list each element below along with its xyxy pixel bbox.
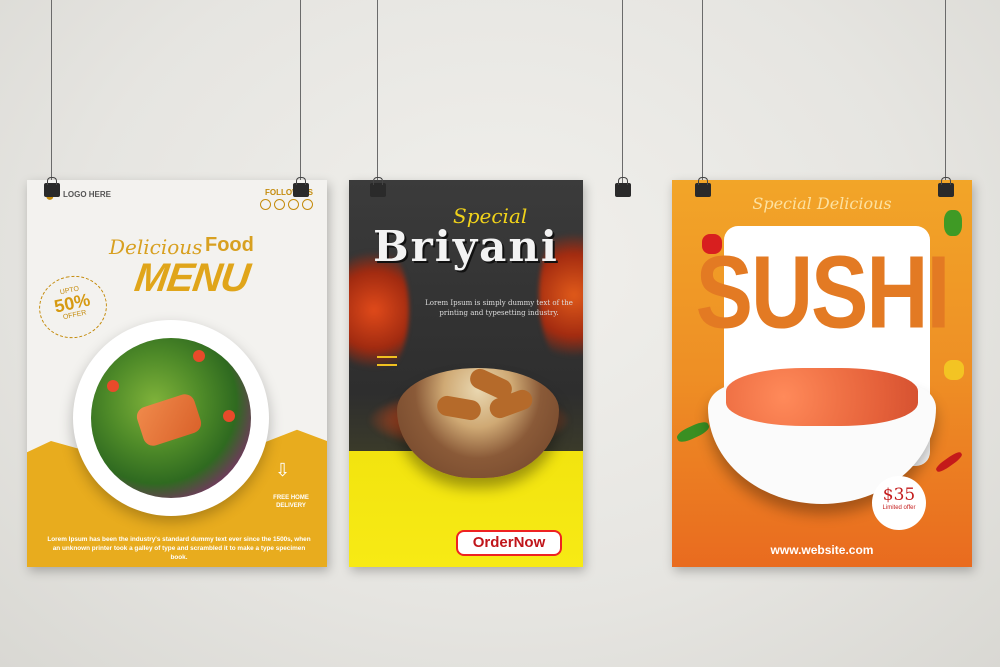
green-chili	[675, 419, 711, 445]
special-delicious-label: Special Delicious	[752, 194, 892, 213]
hanging-string	[51, 0, 52, 188]
menu-description: Lorem Ipsum has been the industry's stan…	[47, 536, 311, 561]
binder-clip	[615, 177, 631, 197]
binder-clip	[938, 177, 954, 197]
hanging-string	[702, 0, 703, 188]
binder-clip	[44, 177, 60, 197]
hanging-string	[300, 0, 301, 188]
order-now-button[interactable]: OrderNow	[456, 530, 562, 556]
briyani-description: Lorem Ipsum is simply dummy text of the …	[425, 299, 573, 317]
price-badge: $35 Limited offer	[872, 476, 926, 530]
facebook-icon	[288, 199, 299, 210]
chili-slice	[702, 234, 722, 254]
binder-clip	[695, 177, 711, 197]
instagram-icon	[274, 199, 285, 210]
yellow-pepper	[944, 360, 964, 380]
title-menu: MENU	[131, 256, 252, 300]
title-food: Food	[205, 234, 254, 256]
social-icons	[260, 199, 313, 210]
hanging-string	[622, 0, 623, 188]
green-pepper	[944, 210, 962, 236]
whatsapp-icon	[260, 199, 271, 210]
poster-briyani: Special Briyani Lorem Ipsum is simply du…	[349, 180, 583, 567]
biryani-bowl	[397, 365, 559, 478]
red-chili	[934, 450, 964, 474]
tomato	[223, 410, 235, 422]
tomato	[193, 350, 205, 362]
hanging-string	[377, 0, 378, 188]
decorative-lines	[377, 356, 397, 366]
binder-clip	[370, 177, 386, 197]
website-text[interactable]: www.website.com	[672, 543, 972, 557]
tomato	[107, 380, 119, 392]
poster-food-menu: ● LOGO HERE FOLLOW US Delicious Food MEN…	[27, 180, 327, 567]
briyani-title: Briyani	[373, 222, 559, 271]
chicken-leg	[435, 394, 483, 422]
web-icon	[302, 199, 313, 210]
arrow-down-icon: ⇩	[275, 460, 291, 480]
logo-text: LOGO HERE	[63, 190, 112, 199]
binder-clip	[293, 177, 309, 197]
hanging-string	[945, 0, 946, 188]
salad-plate	[73, 320, 269, 516]
price-value: $35	[882, 485, 916, 505]
free-delivery-text: FREE HOME DELIVERY	[273, 495, 309, 509]
limited-offer: Limited offer	[882, 505, 916, 511]
poster-sushi: Special Delicious SUSHI $35 Limited offe…	[672, 180, 972, 567]
offer-badge: UPTO 50% OFFER	[33, 269, 113, 345]
salmon-cubes	[726, 368, 918, 426]
